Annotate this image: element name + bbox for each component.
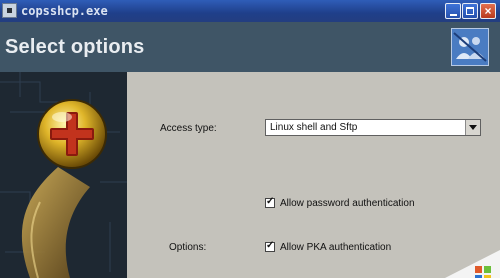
window-title-bar[interactable]: copsshcp.exe × — [0, 0, 500, 22]
pka-auth-label: Allow PKA authentication — [280, 242, 392, 253]
access-type-value: Linux shell and Sftp — [270, 122, 358, 133]
close-icon: × — [484, 4, 492, 18]
password-auth-checkbox[interactable] — [265, 196, 275, 208]
password-auth-label: Allow password authentication — [280, 198, 415, 209]
maximize-button[interactable] — [462, 3, 478, 19]
app-icon[interactable] — [2, 3, 17, 18]
options-label: Options: — [169, 242, 207, 253]
installer-logo — [451, 28, 489, 66]
window-title: copsshcp.exe — [21, 4, 108, 18]
wizard-side-art — [0, 72, 127, 278]
maximize-icon — [466, 7, 474, 15]
corner-logo-fragment — [445, 250, 500, 278]
dropdown-arrow-icon[interactable] — [465, 120, 480, 135]
minimize-button[interactable] — [445, 3, 461, 19]
minimize-icon — [450, 14, 457, 16]
options-form: Access type: Linux shell and Sftp Allow … — [127, 72, 500, 278]
page-title: Select options — [5, 36, 145, 58]
close-button[interactable]: × — [480, 3, 496, 19]
pka-auth-checkbox[interactable] — [265, 240, 275, 252]
access-type-select[interactable]: Linux shell and Sftp — [265, 119, 481, 136]
wizard-header: Select options — [0, 22, 500, 72]
access-type-label: Access type: — [160, 123, 217, 134]
